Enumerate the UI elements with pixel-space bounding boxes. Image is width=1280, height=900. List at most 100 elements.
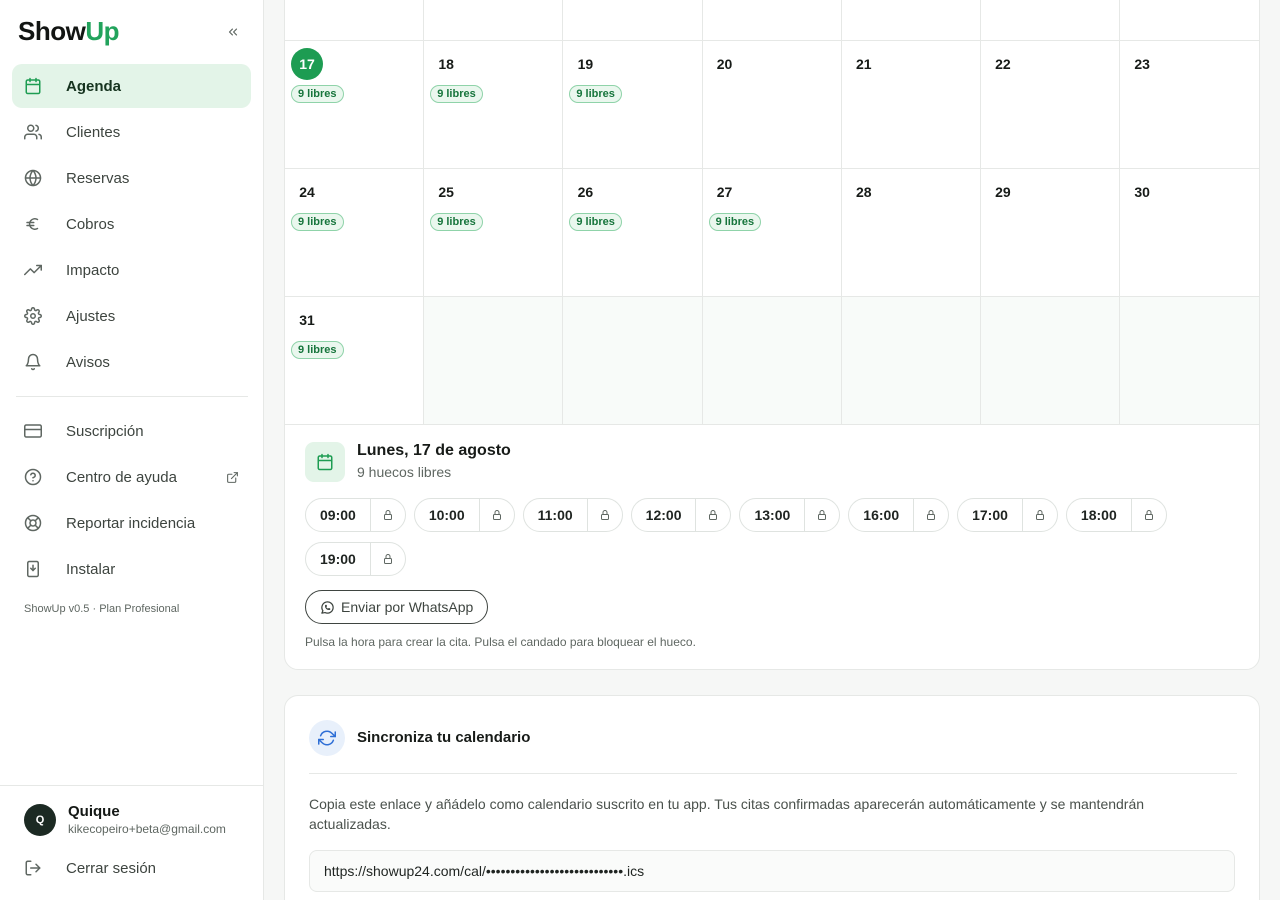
- calendar-day-number: 22: [995, 56, 1011, 72]
- sidebar-bottom-divider: [0, 785, 263, 786]
- euro-icon: [24, 215, 42, 233]
- calendar-day-cell[interactable]: [842, 0, 981, 40]
- time-slot-button[interactable]: 19:00: [306, 543, 371, 575]
- calendar-day-cell[interactable]: 23: [1120, 41, 1259, 168]
- calendar-grid: 17 9 libres 18 9 libres 19 9 libres 20 21 22 23 24…: [285, 0, 1259, 425]
- version-text: ShowUp v0.5 · Plan Profesional: [24, 603, 180, 615]
- calendar-day-cell[interactable]: 18 9 libres: [424, 41, 564, 168]
- calendar-day-number: 31: [299, 312, 315, 328]
- sync-divider: [309, 773, 1237, 774]
- sidebar-item-label: Suscripción: [66, 422, 144, 440]
- calendar-card: 17 9 libres 18 9 libres 19 9 libres 20 21 22 23 24…: [284, 0, 1260, 670]
- calendar-day-empty: [563, 297, 703, 424]
- time-slots: 09:00 10:00 11:00 12:00 13:00 16:00 17:00 18:00…: [305, 498, 1205, 576]
- calendar-day-cell[interactable]: [285, 0, 425, 40]
- lock-icon[interactable]: [480, 499, 514, 531]
- sidebar-item-ajustes[interactable]: Ajustes: [12, 294, 251, 338]
- free-slots-badge[interactable]: 9 libres: [708, 213, 762, 231]
- time-slot-button[interactable]: 10:00: [415, 499, 480, 531]
- calendar-day-cell[interactable]: 22: [981, 41, 1121, 168]
- chevrons-left-icon: [226, 25, 240, 39]
- sidebar-item-clientes[interactable]: Clientes: [12, 110, 251, 154]
- free-slots-badge[interactable]: 9 libres: [430, 213, 483, 231]
- calendar-day-cell[interactable]: [981, 0, 1121, 40]
- calendar-day-number-today: 17: [291, 48, 323, 80]
- calendar-day-number: 30: [1134, 184, 1150, 200]
- calendar-day-cell[interactable]: [424, 0, 564, 40]
- time-slot-button[interactable]: 17:00: [958, 499, 1023, 531]
- calendar-day-cell[interactable]: 17 9 libres: [285, 41, 425, 168]
- time-slot-button[interactable]: 18:00: [1067, 499, 1132, 531]
- calendar-day-cell[interactable]: [1120, 0, 1259, 40]
- logout-button[interactable]: Cerrar sesión: [12, 846, 251, 890]
- calendar-day-number: 28: [855, 184, 872, 200]
- calendar-day-empty: [980, 297, 1121, 424]
- calendar-day-cell[interactable]: [563, 0, 703, 40]
- time-slot-button[interactable]: 16:00: [849, 499, 915, 531]
- install-icon: [24, 560, 42, 578]
- avatar[interactable]: Q: [24, 804, 56, 836]
- calendar-day-empty: [424, 297, 564, 424]
- lock-icon[interactable]: [1023, 499, 1057, 531]
- calendar-day-cell[interactable]: 29: [981, 169, 1121, 296]
- free-slots-badge[interactable]: 9 libres: [569, 213, 622, 231]
- time-slot: 10:00: [413, 498, 515, 532]
- globe-icon: [24, 169, 42, 187]
- lock-icon[interactable]: [1132, 499, 1166, 531]
- calendar-day-cell[interactable]: 28: [842, 169, 981, 296]
- calendar-day-cell[interactable]: 19 9 libres: [563, 41, 703, 168]
- whatsapp-send-button[interactable]: Enviar por WhatsApp: [305, 590, 489, 624]
- sidebar-item-agenda[interactable]: Agenda: [12, 64, 251, 108]
- calendar-day-cell[interactable]: 31 9 libres: [285, 297, 425, 424]
- calendar-day-cell[interactable]: 21: [842, 41, 981, 168]
- free-slots-badge[interactable]: 9 libres: [291, 341, 344, 359]
- app-logo[interactable]: ShowUp: [18, 16, 120, 47]
- calendar-day-cell[interactable]: [703, 0, 842, 40]
- calendar-day-number: 18: [438, 56, 454, 72]
- sidebar-item-impacto[interactable]: Impacto: [12, 248, 251, 292]
- calendar-day-number: 24: [299, 184, 315, 200]
- calendar-day-number: 25: [438, 184, 454, 200]
- sidebar-item-cobros[interactable]: Cobros: [12, 202, 251, 246]
- calendar-day-cell[interactable]: 27 9 libres: [703, 169, 842, 296]
- lock-icon[interactable]: [371, 499, 405, 531]
- sidebar-item-reservas[interactable]: Reservas: [12, 156, 251, 200]
- calendar-day-cell[interactable]: 24 9 libres: [285, 169, 425, 296]
- time-slot: 13:00: [739, 498, 841, 532]
- day-panel-hint: Pulsa la hora para crear la cita. Pulsa …: [305, 635, 696, 649]
- calendar-day-cell[interactable]: 25 9 libres: [424, 169, 564, 296]
- sync-url-field[interactable]: https://showup24.com/cal/•••••••••••••••…: [309, 850, 1235, 892]
- lock-icon[interactable]: [371, 543, 405, 575]
- calendar-day-cell[interactable]: 26 9 libres: [563, 169, 703, 296]
- sidebar-item-centro-de-ayuda[interactable]: Centro de ayuda: [12, 455, 251, 499]
- lock-icon[interactable]: [805, 499, 839, 531]
- sidebar-item-reportar-incidencia[interactable]: Reportar incidencia: [12, 501, 251, 545]
- free-slots-badge[interactable]: 9 libres: [569, 85, 622, 103]
- calendar-week-row: 17 9 libres 18 9 libres 19 9 libres 20 21 22 23: [285, 41, 1259, 169]
- calendar-icon: [305, 442, 345, 482]
- free-slots-badge[interactable]: 9 libres: [291, 85, 344, 103]
- free-slots-badge[interactable]: 9 libres: [430, 85, 483, 103]
- lock-icon[interactable]: [588, 499, 622, 531]
- time-slot-button[interactable]: 13:00: [740, 499, 806, 531]
- collapse-sidebar-button[interactable]: [222, 21, 244, 43]
- calendar-day-cell[interactable]: 30: [1120, 169, 1259, 296]
- calendar-day-cell[interactable]: 20: [703, 41, 842, 168]
- lock-icon[interactable]: [696, 499, 730, 531]
- calendar-day-number: 19: [577, 56, 594, 72]
- sidebar-item-suscripcion[interactable]: Suscripción: [12, 409, 251, 453]
- logo-text-show: Show: [18, 16, 86, 46]
- calendar-day-empty: [841, 297, 981, 424]
- sidebar-item-avisos[interactable]: Avisos: [12, 340, 251, 384]
- secondary-nav: Suscripción Centro de ayuda Reportar inc…: [12, 409, 251, 593]
- free-slots-badge[interactable]: 9 libres: [291, 213, 344, 231]
- calendar-icon: [24, 77, 42, 95]
- users-icon: [24, 123, 42, 141]
- time-slot-button[interactable]: 09:00: [306, 499, 371, 531]
- time-slot-button[interactable]: 11:00: [524, 499, 588, 531]
- time-slot: 16:00: [848, 498, 950, 532]
- time-slot-button[interactable]: 12:00: [632, 499, 697, 531]
- sidebar-item-label: Clientes: [66, 123, 121, 141]
- sidebar-item-instalar[interactable]: Instalar: [12, 547, 251, 591]
- lock-icon[interactable]: [914, 499, 948, 531]
